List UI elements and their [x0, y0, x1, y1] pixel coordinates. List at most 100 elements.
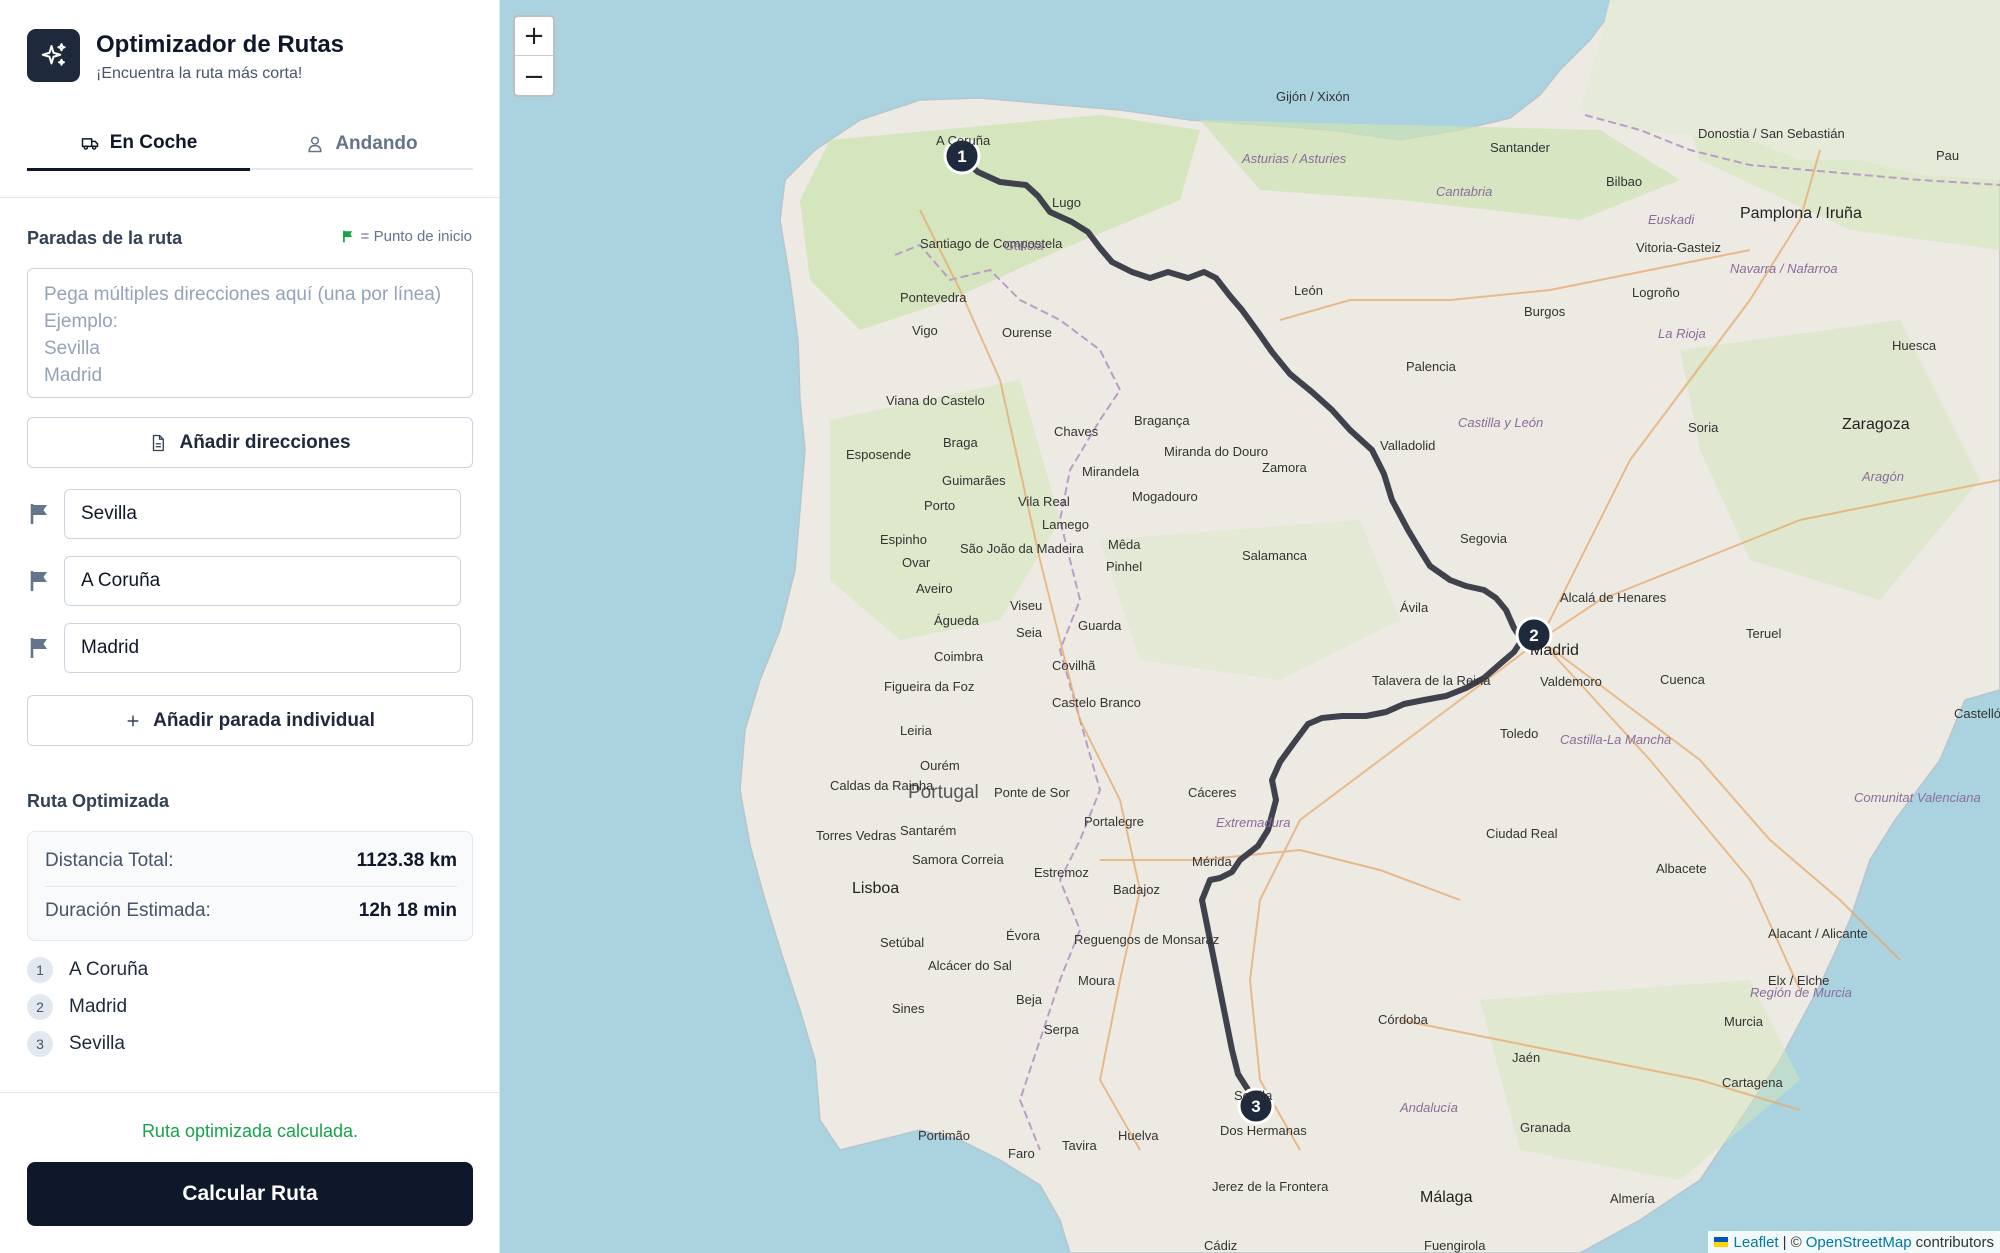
stop-input[interactable]: [64, 489, 461, 539]
city-label: Cádiz: [1204, 1238, 1237, 1253]
region-label: Extremadura: [1216, 815, 1290, 830]
city-label: Donostia / San Sebastián: [1698, 126, 1845, 141]
city-label: Bragança: [1134, 413, 1190, 428]
flag-icon[interactable]: [27, 569, 51, 593]
stop-input[interactable]: [64, 623, 461, 673]
city-label: Castelo Branco: [1052, 695, 1141, 710]
city-label: Logroño: [1632, 285, 1680, 300]
city-label: Burgos: [1524, 304, 1566, 319]
city-label: Aveiro: [916, 581, 953, 596]
city-label: Vitoria-Gasteiz: [1636, 240, 1721, 255]
city-label: Almería: [1610, 1191, 1656, 1206]
person-icon: [308, 136, 322, 153]
city-label: Alcácer do Sal: [928, 958, 1012, 973]
city-label: Cuenca: [1660, 672, 1706, 687]
city-label: Caldas da Rainha: [830, 778, 934, 793]
city-label: Ciudad Real: [1486, 826, 1558, 841]
city-label: Portalegre: [1084, 814, 1144, 829]
flag-icon[interactable]: [27, 502, 51, 526]
region-label: Euskadi: [1648, 212, 1695, 227]
city-label: Albacete: [1656, 861, 1707, 876]
city-label: Vila Real: [1018, 494, 1070, 509]
attribution-contributors: contributors: [1915, 1233, 1994, 1251]
app-subtitle: ¡Encuentra la ruta más corta!: [96, 65, 303, 82]
section-divider: [0, 197, 500, 198]
document-icon: [153, 434, 165, 451]
city-label: Beja: [1016, 992, 1043, 1007]
city-label: Cartagena: [1722, 1075, 1783, 1090]
city-label: Guimarães: [942, 473, 1006, 488]
city-label: Chaves: [1054, 424, 1099, 439]
map-canvas[interactable]: 1 2 3 Portugal A Coruña Lugo Santiago de…: [500, 0, 2000, 1253]
order-number: 2: [27, 994, 53, 1020]
optimized-route-title: Ruta Optimizada: [27, 791, 170, 811]
city-label: Tavira: [1062, 1138, 1097, 1153]
bulk-addresses-textarea[interactable]: [27, 268, 473, 398]
city-label: Seia: [1016, 625, 1043, 640]
stop-row: [27, 623, 461, 673]
route-order-item: 1 A Coruña: [27, 956, 148, 984]
zoom-out-button[interactable]: −: [515, 57, 553, 96]
city-label: Viseu: [1010, 598, 1042, 613]
attribution-separator: | ©: [1782, 1233, 1802, 1251]
start-point-legend-text: = Punto de inicio: [360, 228, 472, 245]
city-label: Ponte de Sor: [994, 785, 1071, 800]
city-label: Samora Correia: [912, 852, 1005, 867]
zoom-in-button[interactable]: +: [515, 17, 553, 56]
order-number: 3: [27, 1031, 53, 1057]
stop-row: [27, 489, 461, 539]
region-label: La Rioja: [1658, 326, 1706, 341]
city-label: Mirandela: [1082, 464, 1140, 479]
city-label: A Coruña: [936, 133, 991, 148]
tab-car[interactable]: En Coche: [27, 118, 250, 171]
city-label: Alacant / Alicante: [1768, 926, 1868, 941]
add-single-stop-button[interactable]: Añadir parada individual: [27, 695, 473, 746]
city-label: Espinho: [880, 532, 927, 547]
city-label: Castellón de la Plana: [1954, 706, 2000, 721]
osm-link[interactable]: OpenStreetMap: [1806, 1234, 1912, 1251]
marker-label: 1: [957, 147, 966, 166]
city-label: Lugo: [1052, 195, 1081, 210]
city-label: Murcia: [1724, 1014, 1764, 1029]
region-label: Asturias / Asturies: [1241, 151, 1347, 166]
city-label: Évora: [1006, 928, 1041, 943]
stop-input[interactable]: [64, 556, 461, 606]
city-label: Huelva: [1118, 1128, 1159, 1143]
calculate-route-button[interactable]: Calcular Ruta: [27, 1162, 473, 1226]
city-label: Zamora: [1262, 460, 1308, 475]
city-label: Faro: [1008, 1146, 1035, 1161]
add-addresses-button[interactable]: Añadir direcciones: [27, 417, 473, 468]
city-label: Sevilla: [1234, 1088, 1273, 1103]
city-label: Madrid: [1530, 642, 1579, 659]
region-label: Región de Murcia: [1750, 985, 1852, 1000]
city-label: Mêda: [1108, 537, 1141, 552]
add-addresses-label: Añadir direcciones: [179, 431, 351, 453]
city-label: Esposende: [846, 447, 911, 462]
city-label: Granada: [1520, 1120, 1571, 1135]
city-label: Jaén: [1512, 1050, 1540, 1065]
duration-value: 12h 18 min: [358, 900, 457, 921]
region-label: Castilla-La Mancha: [1560, 732, 1671, 747]
leaflet-link[interactable]: Leaflet: [1734, 1234, 1779, 1251]
city-label: Águeda: [934, 613, 980, 628]
plus-icon: [127, 715, 139, 726]
city-label: Setúbal: [880, 935, 924, 950]
map-container[interactable]: 1 2 3 Portugal A Coruña Lugo Santiago de…: [500, 0, 2000, 1253]
flag-icon[interactable]: [27, 636, 51, 660]
city-label: Figueira da Foz: [884, 679, 974, 694]
status-message: Ruta optimizada calculada.: [141, 1121, 359, 1141]
city-label: Cáceres: [1188, 785, 1237, 800]
city-label: Badajoz: [1113, 882, 1160, 897]
city-label: Torres Vedras: [816, 828, 897, 843]
app-logo: [27, 29, 80, 82]
city-label: Leiria: [900, 723, 933, 738]
region-label: Cantabria: [1436, 184, 1492, 199]
city-label: Pamplona / Iruña: [1740, 205, 1862, 222]
travel-mode-tabs: En Coche Andando: [27, 118, 473, 171]
tab-walk[interactable]: Andando: [250, 118, 473, 170]
city-label: Salamanca: [1242, 548, 1308, 563]
car-icon: [81, 138, 98, 150]
city-label: Ávila: [1400, 600, 1429, 615]
route-order-item: 3 Sevilla: [27, 1030, 125, 1058]
region-label: Navarra / Nafarroa: [1730, 261, 1838, 276]
